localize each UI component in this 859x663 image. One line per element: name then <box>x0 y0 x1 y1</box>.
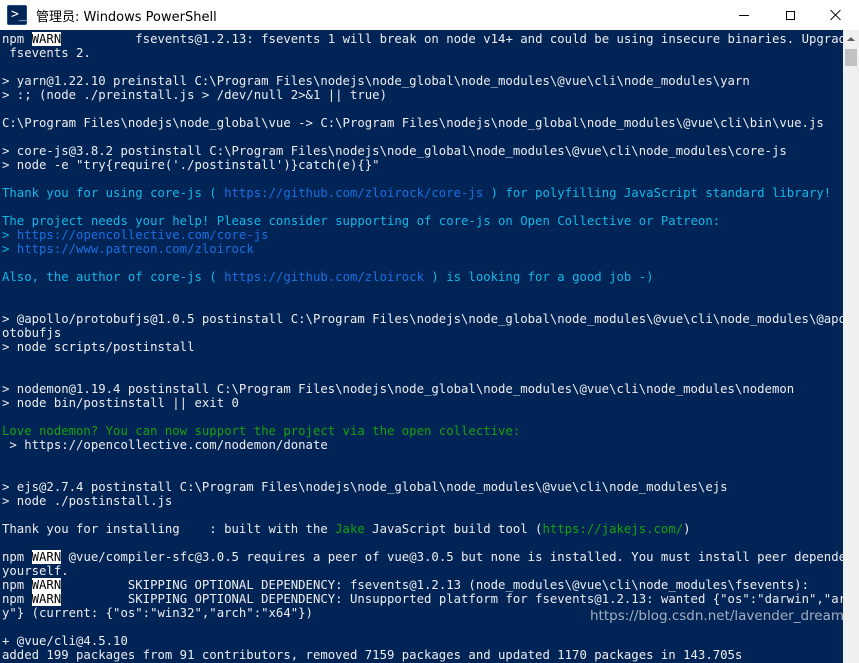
console-line: The project needs your help! Please cons… <box>2 214 721 228</box>
jake-label: Jake <box>335 522 365 536</box>
console-line: > @apollo/protobufjs@1.0.5 postinstall C… <box>2 312 843 326</box>
close-button[interactable] <box>813 0 859 30</box>
console-line: Thank you for using core-js ( https://gi… <box>2 186 832 200</box>
console-line: fsevents 2. <box>2 46 91 60</box>
close-icon <box>830 9 842 21</box>
vertical-scrollbar[interactable] <box>843 30 859 663</box>
console-line: C:\Program Files\nodejs\node_global\vue … <box>2 116 824 130</box>
console-line: npm WARN SKIPPING OPTIONAL DEPENDENCY: f… <box>2 578 809 592</box>
console-line: + @vue/cli@4.5.10 <box>2 634 128 648</box>
opencollective-core-js-link[interactable]: https://opencollective.com/core-js <box>17 228 269 242</box>
minimize-button[interactable] <box>721 0 767 30</box>
console-line: > core-js@3.8.2 postinstall C:\Program F… <box>2 144 787 158</box>
warn-badge: WARN <box>31 592 62 606</box>
console-line: > node -e "try{require('./postinstall')}… <box>2 158 380 172</box>
arrow-up-icon <box>847 36 855 41</box>
scroll-up-button[interactable] <box>843 30 859 47</box>
patreon-link[interactable]: https://www.patreon.com/zloirock <box>17 242 254 256</box>
console-line: otobufjs <box>2 326 62 340</box>
console-line: yourself. <box>2 564 69 578</box>
console-line: Also, the author of core-js ( https://gi… <box>2 270 654 284</box>
console-line: > https://opencollective.com/core-js <box>2 228 269 242</box>
console-line: > node ./postinstall.js <box>2 494 173 508</box>
scrollbar-thumb[interactable] <box>845 49 857 66</box>
zloirock-github-link[interactable]: https://github.com/zloirock <box>224 270 424 284</box>
core-js-github-link[interactable]: https://github.com/zloirock/core-js <box>224 186 483 200</box>
maximize-button[interactable] <box>767 0 813 30</box>
console-line: > ejs@2.7.4 postinstall C:\Program Files… <box>2 480 728 494</box>
warn-badge: WARN <box>31 32 62 46</box>
window-controls <box>721 0 859 30</box>
minimize-icon <box>739 14 749 16</box>
title-bar[interactable]: >_ 管理员: Windows PowerShell <box>0 0 859 30</box>
powershell-icon[interactable]: >_ <box>7 5 27 25</box>
console-line: Thank you for installing : built with th… <box>2 522 691 536</box>
console-line: y"} (current: {"os":"win32","arch":"x64"… <box>2 606 313 620</box>
console-line: > https://opencollective.com/nodemon/don… <box>2 438 328 452</box>
warn-badge: WARN <box>31 578 62 592</box>
console-line: > yarn@1.22.10 preinstall C:\Program Fil… <box>2 74 750 88</box>
console-line: Love nodemon? You can now support the pr… <box>2 424 521 438</box>
console-line: added 199 packages from 91 contributors,… <box>2 648 743 662</box>
console-line: > https://www.patreon.com/zloirock <box>2 242 254 256</box>
console-line: npm WARN fsevents@1.2.13: fsevents 1 wil… <box>2 32 843 46</box>
powershell-window: >_ 管理员: Windows PowerShell npm WARN fsev… <box>0 0 859 663</box>
console-line: > :; (node ./preinstall.js > /dev/null 2… <box>2 88 387 102</box>
maximize-icon <box>785 10 795 20</box>
window-title: 管理员: Windows PowerShell <box>36 9 217 25</box>
jakejs-link[interactable]: https://jakejs.com/ <box>542 522 683 536</box>
console-line: npm WARN @vue/compiler-sfc@3.0.5 require… <box>2 550 843 564</box>
console-line: > node bin/postinstall || exit 0 <box>2 396 239 410</box>
console-line: npm WARN SKIPPING OPTIONAL DEPENDENCY: U… <box>2 592 843 606</box>
warn-badge: WARN <box>31 550 62 564</box>
console-line: > nodemon@1.19.4 postinstall C:\Program … <box>2 382 795 396</box>
console-line: > node scripts/postinstall <box>2 340 195 354</box>
console-output[interactable]: npm WARN fsevents@1.2.13: fsevents 1 wil… <box>0 30 843 663</box>
watermark: https://blog.csdn.net/lavender_dream <box>590 608 845 624</box>
